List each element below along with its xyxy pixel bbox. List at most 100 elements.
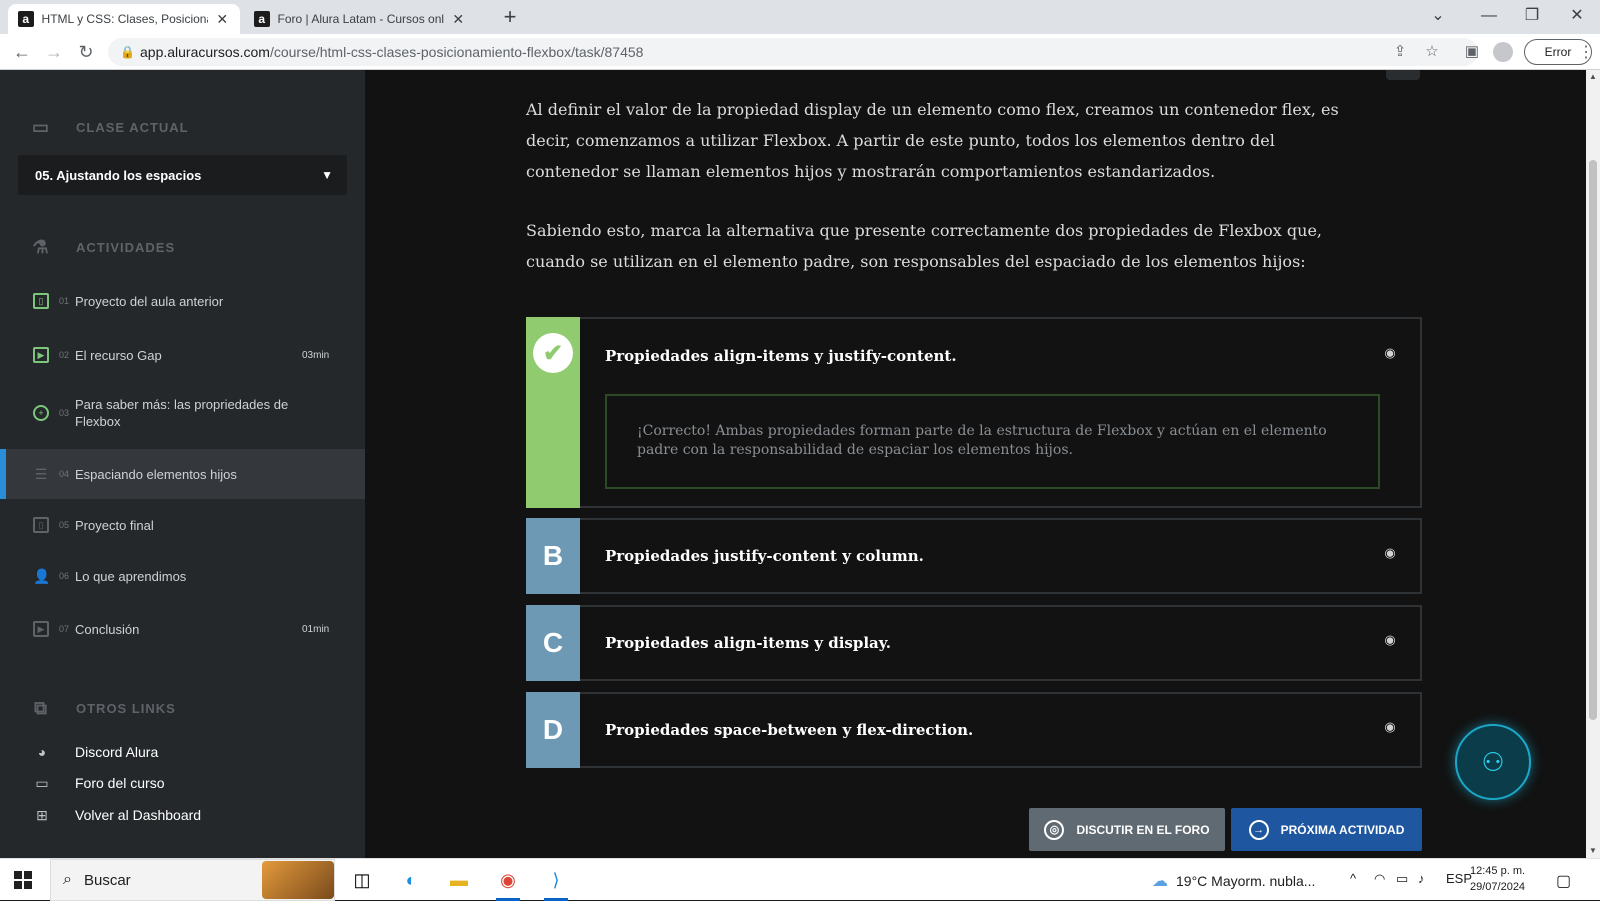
forward-arrow-icon[interactable]: →: [42, 40, 66, 64]
system-clock[interactable]: 12:45 p. m. 29/07/2024: [1470, 863, 1525, 895]
video-play-icon: ▶: [33, 347, 49, 363]
weather-widget[interactable]: ☁ 19°C Mayorm. nubla...: [1152, 871, 1315, 891]
vscode-icon[interactable]: ⟩: [541, 865, 571, 901]
volume-icon[interactable]: ♪: [1418, 871, 1425, 886]
notifications-icon[interactable]: ▢: [1556, 871, 1571, 891]
open-book-icon: ▯: [33, 293, 49, 309]
discord-link-label: Discord Alura: [75, 744, 159, 760]
alternative-c-text: Propiedades align-items y display.: [605, 634, 891, 652]
alternative-a[interactable]: ✔ Propiedades align-items y justify-cont…: [526, 317, 1422, 508]
alternative-a-marker: ✔: [526, 317, 580, 508]
clock-time: 12:45 p. m.: [1470, 865, 1526, 877]
alternative-b-text: Propiedades justify-content y column.: [605, 547, 924, 565]
actividades-header: ⚗ ACTIVIDADES: [30, 236, 175, 258]
clase-select-dropdown[interactable]: 05. Ajustando los espacios ▼: [18, 155, 347, 195]
open-book-icon: ▯: [33, 517, 49, 533]
close-tab-icon[interactable]: ✕: [450, 11, 466, 28]
question-paragraph-1: Al definir el valor de la propiedad disp…: [526, 100, 1339, 181]
alternative-d[interactable]: D Propiedades space-between y flex-direc…: [526, 692, 1422, 768]
actividades-label: ACTIVIDADES: [76, 239, 176, 255]
file-explorer-icon[interactable]: ▬: [444, 865, 474, 895]
alternative-b[interactable]: B Propiedades justify-content y column. …: [526, 518, 1422, 594]
eye-icon[interactable]: ◉: [1382, 719, 1398, 735]
alura-favicon-icon: a: [18, 11, 34, 27]
scroll-down-arrow-icon[interactable]: ▼: [1589, 846, 1597, 855]
alternative-d-text: Propiedades space-between y flex-directi…: [605, 721, 974, 739]
activity-item-05[interactable]: ▯ 05 Proyecto final: [0, 514, 365, 536]
back-arrow-icon[interactable]: ←: [10, 40, 34, 64]
new-tab-plus-icon[interactable]: +: [498, 5, 522, 29]
activity-number: 05: [59, 520, 70, 530]
activity-item-04[interactable]: ☰ 04 Espaciando elementos hijos: [0, 449, 365, 499]
activity-item-07[interactable]: ▶ 07 Conclusión 01min: [0, 618, 365, 640]
chatbot-icon[interactable]: ⚇: [1455, 724, 1531, 800]
foro-link-label: Foro del curso: [75, 775, 165, 791]
battery-icon[interactable]: ▭: [1396, 871, 1408, 887]
tab-active[interactable]: a HTML y CSS: Clases, Posicionamiento ✕: [8, 4, 240, 34]
dashboard-grid-icon: ⊞: [36, 807, 48, 823]
scrollbar-thumb[interactable]: [1589, 160, 1597, 720]
close-window-icon[interactable]: ✕: [1562, 4, 1592, 28]
search-highlight-tiger-image: [262, 861, 334, 899]
activity-number: 04: [59, 469, 70, 479]
activity-number: 03: [59, 408, 70, 418]
eye-icon[interactable]: ◉: [1382, 345, 1398, 361]
page-scrollbar[interactable]: ▲ ▼: [1586, 70, 1600, 858]
discutir-foro-button[interactable]: ◎ DISCUTIR EN EL FORO: [1029, 808, 1225, 851]
scroll-top-button[interactable]: [1386, 70, 1420, 80]
activity-number: 06: [59, 571, 70, 581]
url-path: /course/html-css-clases-posicionamiento-…: [269, 44, 644, 60]
alternative-c-letter: C: [526, 605, 580, 681]
edge-browser-icon[interactable]: ◐: [396, 865, 426, 895]
tab-title: HTML y CSS: Clases, Posicionamiento: [41, 12, 209, 26]
otros-links-label: OTROS LINKS: [76, 700, 176, 716]
lock-icon: 🔒: [120, 45, 135, 59]
task-view-icon[interactable]: ◫: [347, 865, 377, 895]
search-icon: ⌕: [63, 871, 72, 888]
language-indicator[interactable]: ESP: [1446, 871, 1472, 886]
alternative-d-letter: D: [526, 692, 580, 768]
restore-icon[interactable]: ❐: [1517, 4, 1547, 28]
tray-chevron-up-icon[interactable]: ^: [1350, 871, 1356, 886]
bookmark-star-icon[interactable]: ☆: [1422, 42, 1442, 62]
page-content: ▭ CLASE ACTUAL 05. Ajustando los espacio…: [0, 70, 1586, 858]
activity-item-01[interactable]: ▯ 01 Proyecto del aula anterior: [0, 290, 365, 312]
url-host: app.aluracursos.com: [140, 44, 270, 60]
activity-label: Lo que aprendimos: [75, 568, 187, 584]
alternative-c[interactable]: C Propiedades align-items y display. ◉: [526, 605, 1422, 681]
scroll-up-arrow-icon[interactable]: ▲: [1589, 72, 1597, 81]
share-icon[interactable]: ⇪: [1390, 42, 1410, 62]
chrome-browser-icon[interactable]: ◉: [493, 865, 523, 901]
tab-list-chevron-icon[interactable]: ⌄: [1423, 4, 1453, 28]
windows-start-icon[interactable]: [14, 871, 32, 889]
foro-link[interactable]: ▭ Foro del curso: [33, 775, 164, 791]
alternative-a-feedback: ¡Correcto! Ambas propiedades forman part…: [605, 394, 1380, 489]
activity-duration: 03min: [302, 349, 330, 361]
eye-icon[interactable]: ◉: [1382, 545, 1398, 561]
tab-foro[interactable]: a Foro | Alura Latam - Cursos online ✕: [244, 4, 476, 34]
close-tab-icon[interactable]: ✕: [214, 11, 230, 28]
reload-icon[interactable]: ↻: [74, 40, 98, 64]
chat-bubble-icon: ▭: [35, 775, 49, 791]
side-panel-icon[interactable]: ▣: [1462, 42, 1482, 62]
browser-tab-bar: a HTML y CSS: Clases, Posicionamiento ✕ …: [0, 0, 1600, 34]
book-outline-icon: ▭: [31, 117, 50, 137]
eye-icon[interactable]: ◉: [1382, 632, 1398, 648]
activity-item-06[interactable]: 👤 06 Lo que aprendimos: [0, 565, 365, 587]
minimize-icon[interactable]: —: [1474, 4, 1504, 28]
menu-kebab-icon[interactable]: ⋮: [1578, 42, 1594, 62]
wifi-icon[interactable]: ◠: [1374, 871, 1385, 887]
url-input[interactable]: 🔒 app.aluracursos.com/course/html-css-cl…: [108, 38, 1478, 66]
activity-item-03[interactable]: + 03 Para saber más: las propriedades de…: [0, 395, 365, 431]
course-sidebar: ▭ CLASE ACTUAL 05. Ajustando los espacio…: [0, 70, 365, 858]
dashboard-link[interactable]: ⊞ Volver al Dashboard: [33, 807, 201, 823]
discord-link[interactable]: ◕ Discord Alura: [33, 744, 159, 760]
profile-avatar[interactable]: [1493, 42, 1513, 62]
tab-title: Foro | Alura Latam - Cursos online: [277, 12, 445, 26]
discutir-foro-label: DISCUTIR EN EL FORO: [1076, 822, 1210, 837]
activity-item-02[interactable]: ▶ 02 El recurso Gap 03min: [0, 344, 365, 366]
proxima-actividad-button[interactable]: → PRÓXIMA ACTIVIDAD: [1231, 808, 1422, 851]
dashboard-link-label: Volver al Dashboard: [75, 807, 202, 823]
list-icon: ☰: [34, 466, 48, 482]
chevron-down-icon: ▼: [321, 168, 333, 182]
